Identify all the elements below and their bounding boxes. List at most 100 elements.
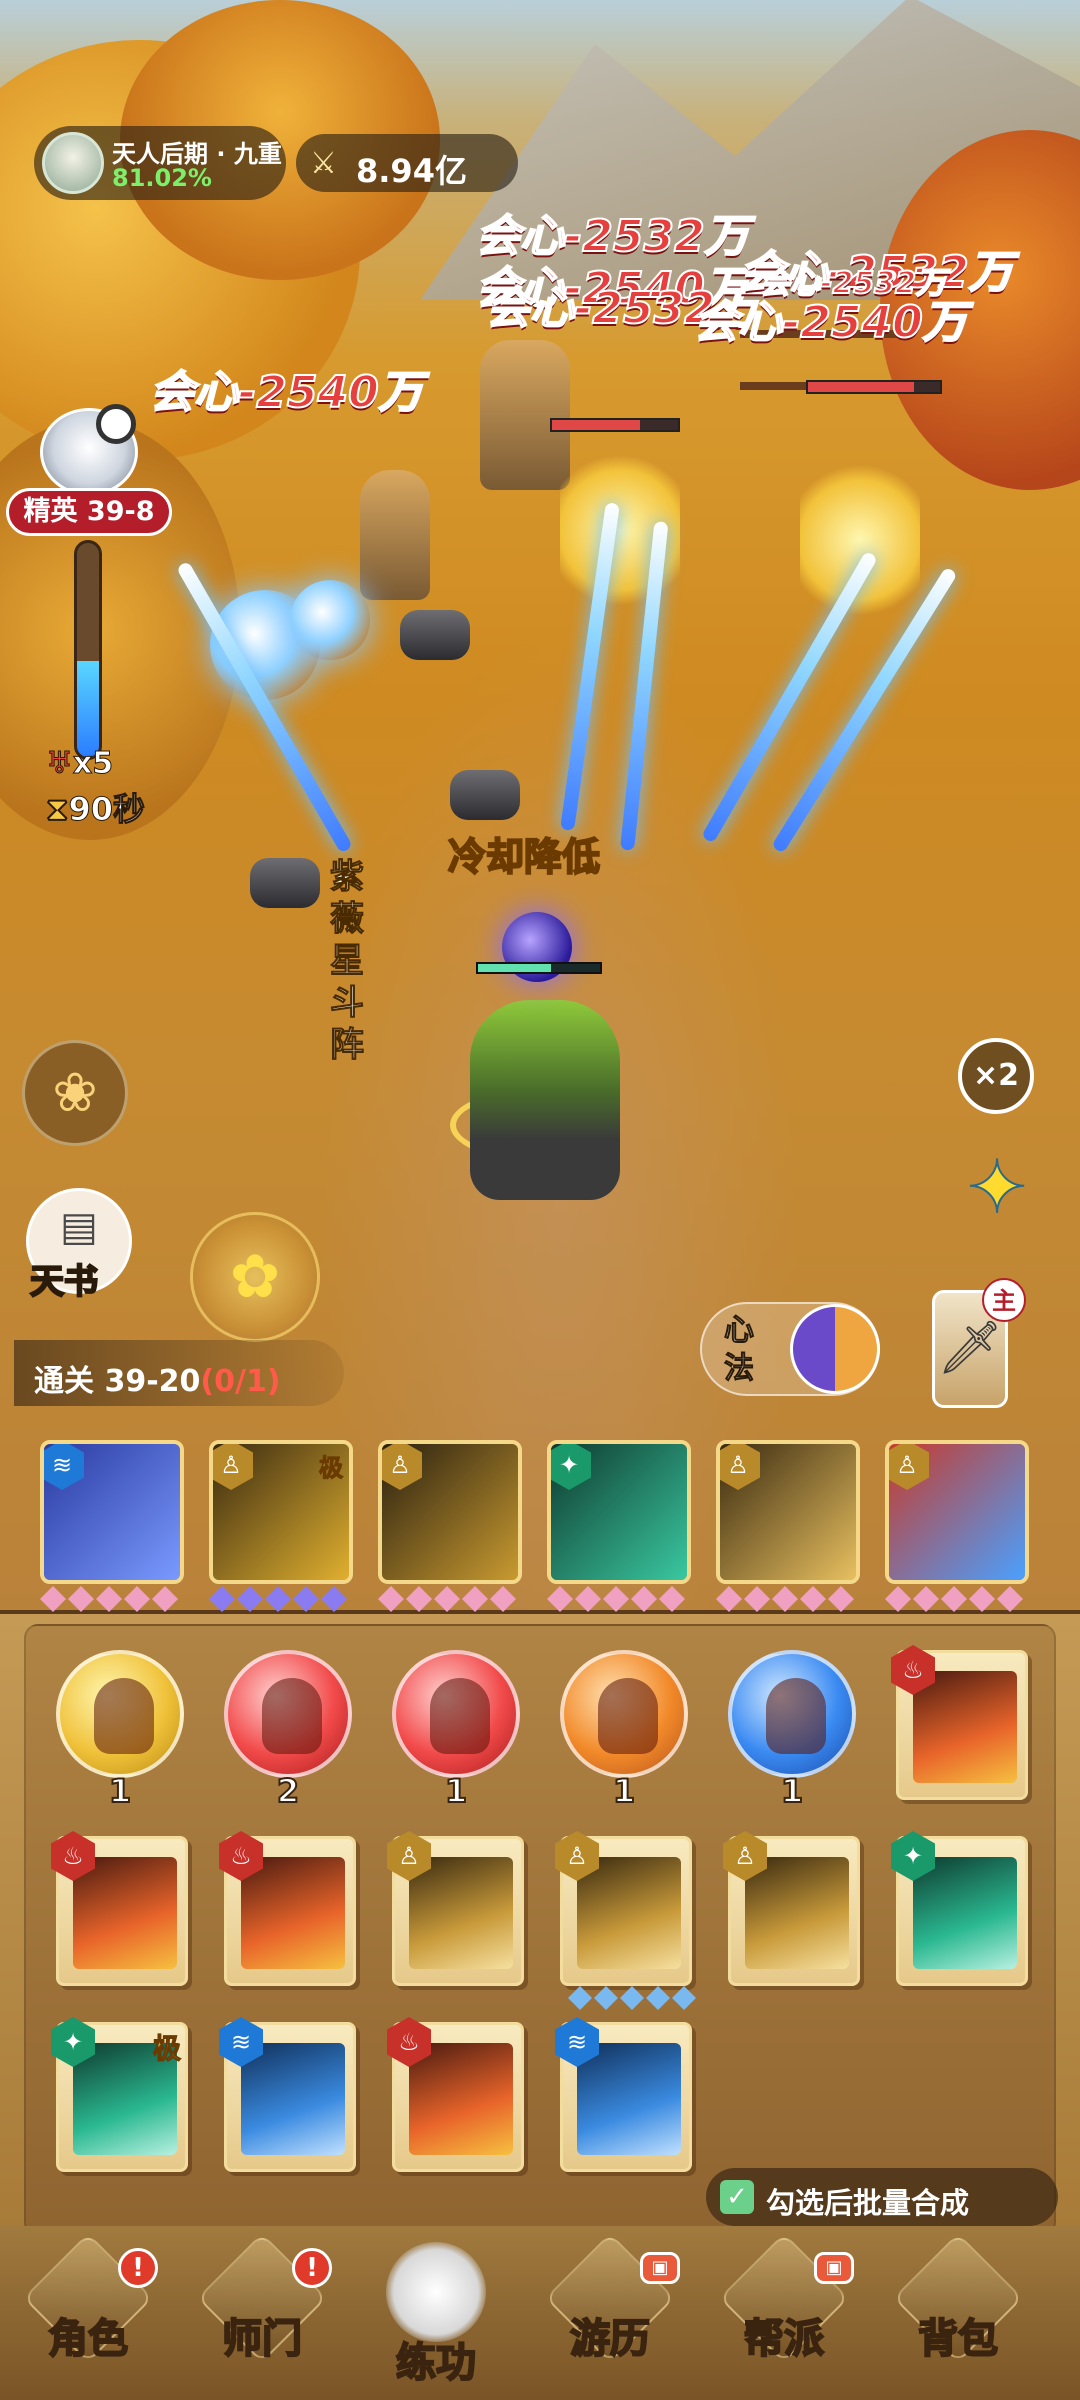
nav-training[interactable]: 练功 <box>366 2242 506 2387</box>
star-icon <box>646 1986 670 2010</box>
skill-scroll-card[interactable]: ♙ <box>555 1831 696 2010</box>
clear-objective-text: 通关 39-20(0/1) <box>34 1356 281 1400</box>
nav-label: 练功 <box>395 2339 477 2387</box>
skill-art <box>241 2043 345 2155</box>
scroll-frame: ♨ <box>387 2017 524 2172</box>
enemy-hp-bar <box>806 380 942 394</box>
skill-scroll-card[interactable]: ♙ <box>723 1831 860 1986</box>
lives-value: x5 <box>72 746 114 782</box>
skill-essence-orb[interactable]: 1 <box>728 1650 858 1811</box>
star-icon <box>265 1586 291 1612</box>
nav-role[interactable]: 角色! <box>18 2232 158 2378</box>
silhouette-icon <box>430 1678 490 1754</box>
scroll-frame: ✦ <box>891 1831 1028 1986</box>
nav-bag[interactable]: 背包 <box>888 2232 1028 2378</box>
equipped-skill-card[interactable]: ♙ <box>378 1440 522 1584</box>
checkbox-checked-icon[interactable]: ✓ <box>720 2180 754 2214</box>
alert-badge-icon: ! <box>118 2248 158 2288</box>
star-icon <box>568 1986 592 2010</box>
nav-label: 背包 <box>917 2315 999 2363</box>
equipped-skill-card[interactable]: ♙ <box>716 1440 860 1584</box>
nav-label: 角色 <box>47 2315 129 2363</box>
skill-essence-orb[interactable]: 1 <box>56 1650 186 1811</box>
xinfa-avatar-icon[interactable] <box>790 1304 880 1394</box>
realm-panel[interactable]: 天人后期 · 九重 81.02% <box>34 126 286 200</box>
speed-toggle-button[interactable]: ×2 <box>958 1038 1034 1114</box>
silhouette-icon <box>94 1678 154 1754</box>
star-icon <box>237 1586 263 1612</box>
skill-star-rank <box>209 1586 347 1614</box>
stage-progress-bar <box>74 540 102 760</box>
star-icon <box>800 1586 826 1612</box>
skill-star-rank <box>568 1986 696 2010</box>
skill-scroll-card[interactable]: ✦ 极 <box>51 2017 188 2172</box>
skill-scroll-card[interactable]: ♨ <box>219 1831 356 1986</box>
skill-scroll-card[interactable]: ♨ <box>51 1831 188 1986</box>
nav-travel[interactable]: 游历 ▣ <box>540 2232 680 2378</box>
main-weapon-tag: 主 <box>982 1278 1026 1322</box>
video-badge-icon: ▣ <box>640 2252 680 2284</box>
skill-scroll-card[interactable]: ♨ <box>891 1645 1028 1800</box>
skill-scroll-card[interactable]: ♨ <box>387 2017 524 2172</box>
skill-scroll-card[interactable]: ≋ <box>219 2017 356 2172</box>
extreme-badge: 极 <box>319 1454 344 1483</box>
skill-art <box>913 1857 1017 1969</box>
equipped-skill-card[interactable]: ♙ 极 <box>209 1440 353 1584</box>
enemy-hp-bar <box>550 418 680 432</box>
scroll-frame: ♨ <box>51 1831 188 1986</box>
spirit-orb <box>290 580 370 660</box>
skill-essence-orb[interactable]: 2 <box>224 1650 354 1811</box>
ultimate-skill-button[interactable]: ✿ <box>190 1212 320 1342</box>
magnifier-icon[interactable] <box>96 404 136 444</box>
skill-essence-orb[interactable]: 1 <box>560 1650 690 1811</box>
skill-essence-orb[interactable]: 1 <box>392 1650 522 1811</box>
skill-art <box>577 2043 681 2155</box>
video-badge-icon: ▣ <box>814 2252 854 2284</box>
skill-scroll-card[interactable]: ≋ <box>555 2017 692 2172</box>
equipped-skill-card[interactable]: ✦ <box>547 1440 691 1584</box>
orb-count: 2 <box>276 1771 300 1811</box>
nav-guild[interactable]: 帮派 ▣ <box>714 2232 854 2378</box>
heavenly-book-label: 天书 <box>29 1261 99 1303</box>
batch-merge-toggle[interactable]: ✓ 勾选后批量合成 <box>706 2168 1058 2226</box>
auto-battle-button[interactable]: ✦ <box>952 1142 1042 1232</box>
equipped-skill-card[interactable]: ≋ <box>40 1440 184 1584</box>
scroll-frame: ♙ <box>555 1831 692 1986</box>
star-icon <box>594 1986 618 2010</box>
star-icon <box>293 1586 319 1612</box>
combat-power-panel[interactable]: ⚔ 8.94亿 <box>296 134 518 192</box>
silhouette-icon <box>262 1678 322 1754</box>
star-icon <box>941 1586 967 1612</box>
treasure-bag-button[interactable]: ❀ <box>22 1040 128 1146</box>
hero-hp-bar <box>476 962 602 974</box>
skill-scroll-card[interactable]: ♙ <box>387 1831 524 1986</box>
scroll-frame: ♙ <box>387 1831 524 1986</box>
nav-label: 帮派 <box>743 2315 825 2363</box>
skill-art <box>913 1671 1017 1783</box>
batch-merge-label: 勾选后批量合成 <box>766 2186 970 2220</box>
skill-art <box>745 1857 849 1969</box>
sword-beam <box>700 550 879 844</box>
equipped-skill-card[interactable]: ♙ <box>885 1440 1029 1584</box>
stage-timer: ⧗90秒 <box>45 784 146 830</box>
crit-damage-text: 会心-2540万 <box>149 366 424 419</box>
spiked-barrel <box>450 770 520 820</box>
spiked-barrel <box>400 610 470 660</box>
book-icon: ▤ <box>60 1204 98 1250</box>
star-icon <box>969 1586 995 1612</box>
silhouette-icon <box>766 1678 826 1754</box>
extreme-badge: 极 <box>152 2032 181 2066</box>
red-orb-icon <box>224 1650 352 1778</box>
star-icon <box>434 1586 460 1612</box>
timer-value: 90秒 <box>68 790 146 829</box>
scroll-frame: ≋ <box>555 2017 692 2172</box>
xinfa-label: 心法 <box>724 1313 755 1387</box>
hourglass-icon: ⧗ <box>45 790 69 829</box>
star-icon <box>620 1986 644 2010</box>
skill-scroll-card[interactable]: ✦ <box>891 1831 1028 1986</box>
nav-sect[interactable]: 师门! <box>192 2232 332 2378</box>
skill-art <box>241 1857 345 1969</box>
formation-name-text: 紫薇星斗阵 <box>330 857 365 1066</box>
skill-star-rank <box>885 1586 1023 1614</box>
skill-star-rank <box>547 1586 685 1614</box>
